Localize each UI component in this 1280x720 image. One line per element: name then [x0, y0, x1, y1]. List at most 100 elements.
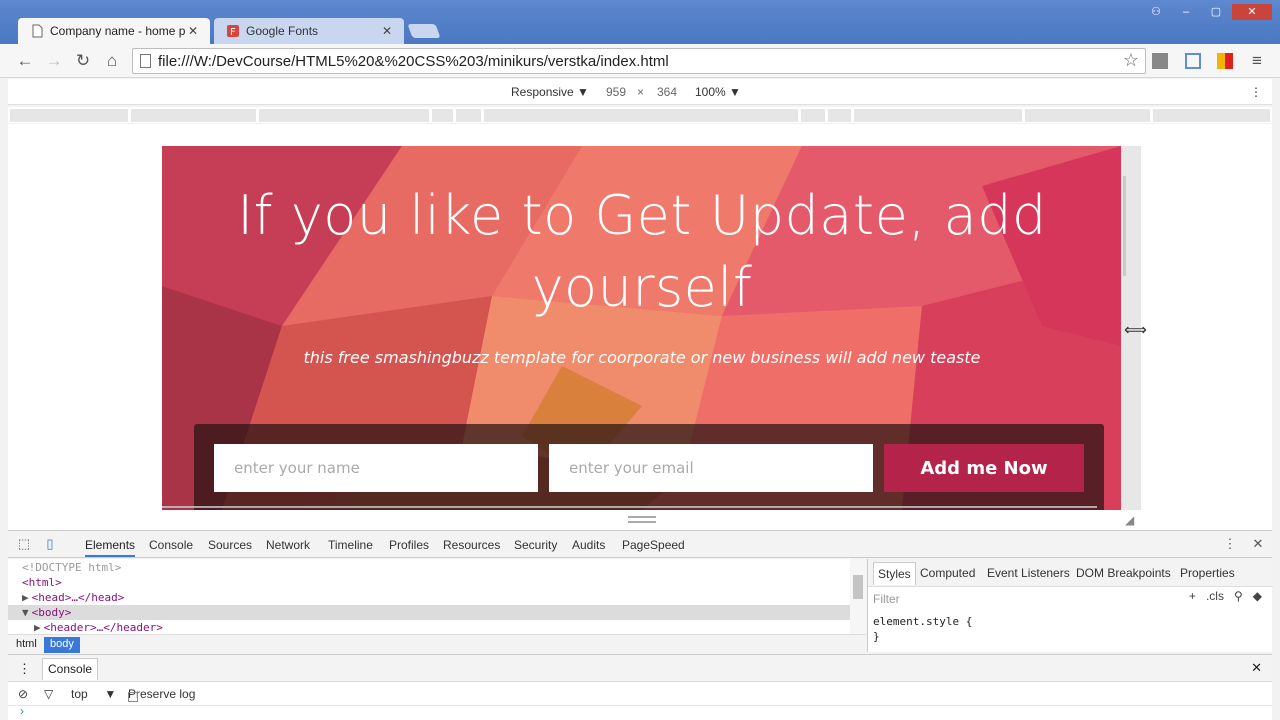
- elements-scrollbar[interactable]: [850, 559, 866, 634]
- corner-resize-icon[interactable]: ◢: [1125, 513, 1134, 527]
- close-drawer-icon[interactable]: ✕: [1251, 660, 1262, 676]
- dom-node-doctype[interactable]: <!DOCTYPE html>: [22, 560, 121, 575]
- element-style-selector: element.style {: [873, 615, 973, 628]
- device-toolbar: Responsive ▼ 959 × 364 100% ▼ ⋮: [8, 79, 1272, 105]
- devtools-tabbar: ⬚ ▯ Elements Console Sources Network Tim…: [8, 530, 1272, 558]
- tab-timeline[interactable]: Timeline: [328, 538, 373, 552]
- tab-console[interactable]: Console: [149, 538, 193, 552]
- tab-dom-breakpoints[interactable]: DOM Breakpoints: [1076, 566, 1171, 580]
- address-bar[interactable]: file:///W:/DevCourse/HTML5%20&%20CSS%203…: [132, 48, 1146, 74]
- tab-company-name[interactable]: Company name - home p ✕: [18, 18, 210, 44]
- page-icon: [32, 24, 43, 38]
- styles-toolbar: + .cls ⚲ ◆: [1189, 589, 1262, 603]
- pin-icon[interactable]: ⚲: [1234, 589, 1243, 603]
- device-mode-select[interactable]: Responsive ▼: [511, 85, 589, 99]
- dom-node-header[interactable]: ▶ <header>…</header>: [34, 620, 163, 634]
- preserve-log-checkbox[interactable]: Preserve log: [128, 687, 196, 702]
- maximize-button[interactable]: ▢: [1202, 4, 1230, 20]
- expand-triangle-icon[interactable]: ▶: [34, 621, 41, 634]
- user-icon[interactable]: ⚇: [1142, 4, 1170, 20]
- drawer-menu-icon[interactable]: ⋮: [18, 661, 31, 677]
- close-icon[interactable]: ✕: [186, 24, 200, 38]
- more-options-icon[interactable]: ⋮: [1250, 85, 1262, 99]
- tab-event-listeners[interactable]: Event Listeners: [987, 566, 1070, 580]
- window-close-button[interactable]: ✕: [1232, 4, 1272, 20]
- device-mode-icon[interactable]: ▯: [42, 536, 58, 552]
- page-horizontal-scrollbar[interactable]: [162, 506, 1097, 508]
- tab-properties[interactable]: Properties: [1180, 566, 1235, 580]
- collapse-triangle-icon[interactable]: ▼: [22, 606, 29, 619]
- dom-node-text: <!DOCTYPE html>: [22, 561, 122, 574]
- zoom-label: 100%: [695, 85, 726, 99]
- inspect-element-icon[interactable]: ⬚: [16, 536, 32, 552]
- signup-form: Add me Now: [194, 424, 1104, 510]
- browser-toolbar: ← → ↻ ⌂ file:///W:/DevCourse/HTML5%20&%2…: [0, 44, 1280, 78]
- dimension-separator: ×: [637, 85, 645, 99]
- dom-node-text: <header>…</header>: [43, 621, 163, 634]
- new-style-rule-icon[interactable]: +: [1189, 589, 1196, 603]
- checkbox-box[interactable]: [128, 692, 138, 702]
- styles-pane: Styles Computed Event Listeners DOM Brea…: [867, 559, 1273, 652]
- tab-styles[interactable]: Styles: [873, 562, 916, 585]
- filter-icon[interactable]: ▽: [44, 687, 53, 701]
- menu-icon[interactable]: ≡: [1246, 50, 1268, 72]
- clear-console-icon[interactable]: ⊘: [18, 687, 28, 701]
- dom-node-text: <head>…</head>: [31, 591, 125, 604]
- extension-icon[interactable]: [1152, 53, 1168, 69]
- media-query-bar[interactable]: [8, 107, 1272, 123]
- viewport-bottom-resize-handle[interactable]: [628, 516, 656, 523]
- element-style-rule[interactable]: element.style { }: [873, 614, 972, 644]
- tab-resources[interactable]: Resources: [443, 538, 500, 552]
- page-icon: [140, 54, 151, 68]
- height-input[interactable]: 364: [657, 85, 677, 99]
- tab-sources[interactable]: Sources: [208, 538, 252, 552]
- tab-profiles[interactable]: Profiles: [389, 538, 429, 552]
- tab-title: Company name - home p: [50, 24, 186, 38]
- tab-audits[interactable]: Audits: [572, 538, 605, 552]
- dom-node-html[interactable]: <html>: [22, 575, 62, 590]
- color-format-icon[interactable]: ◆: [1253, 589, 1262, 603]
- tab-pagespeed[interactable]: PageSpeed: [622, 538, 685, 552]
- breadcrumb-body[interactable]: body: [44, 637, 80, 653]
- drawer-tab-console[interactable]: Console: [42, 658, 99, 680]
- window-controls: ⚇ – ▢ ✕: [1140, 4, 1272, 20]
- device-mode-label: Responsive: [511, 85, 574, 99]
- dom-node-body[interactable]: ▼ <body>: [8, 605, 850, 620]
- close-devtools-icon[interactable]: ✕: [1250, 536, 1266, 552]
- resize-cursor-icon: ⟺: [1124, 322, 1147, 339]
- cls-toggle[interactable]: .cls: [1206, 589, 1224, 603]
- styles-filter-input[interactable]: Filter: [873, 592, 900, 606]
- tab-google-fonts[interactable]: F Google Fonts ✕: [214, 18, 404, 44]
- context-select[interactable]: top ▼: [71, 687, 116, 701]
- dom-node-head[interactable]: ▶ <head>…</head>: [22, 590, 124, 605]
- add-me-now-button[interactable]: Add me Now: [884, 444, 1084, 492]
- breadcrumb: html body: [8, 634, 866, 653]
- customize-devtools-icon[interactable]: ⋮: [1222, 536, 1238, 552]
- width-input[interactable]: 959: [606, 85, 626, 99]
- forward-icon[interactable]: →: [43, 50, 65, 72]
- name-input[interactable]: [214, 444, 538, 492]
- tab-network[interactable]: Network: [266, 538, 310, 552]
- extension-flag-icon[interactable]: [1217, 53, 1233, 69]
- reload-icon[interactable]: ↻: [72, 50, 94, 72]
- email-input[interactable]: [549, 444, 873, 492]
- tab-security[interactable]: Security: [514, 538, 557, 552]
- hero-subtitle: this free smashingbuzz template for coor…: [303, 348, 981, 367]
- minimize-button[interactable]: –: [1172, 4, 1200, 20]
- home-icon[interactable]: ⌂: [101, 50, 123, 72]
- zoom-select[interactable]: 100% ▼: [695, 85, 741, 99]
- extension-folder-icon[interactable]: [1185, 53, 1201, 69]
- console-prompt[interactable]: ›: [8, 704, 1272, 720]
- preserve-log-label: Preserve log: [128, 687, 196, 701]
- expand-triangle-icon[interactable]: ▶: [22, 591, 29, 604]
- url-text: file:///W:/DevCourse/HTML5%20&%20CSS%203…: [158, 53, 669, 70]
- rendered-page: If you like to Get Update, add yourself …: [162, 146, 1121, 510]
- back-icon[interactable]: ←: [14, 50, 36, 72]
- tab-computed[interactable]: Computed: [920, 566, 975, 580]
- new-tab-button[interactable]: [407, 24, 441, 38]
- bookmark-star-icon[interactable]: ☆: [1123, 50, 1139, 71]
- close-icon[interactable]: ✕: [380, 24, 394, 38]
- dom-node-text: <body>: [31, 606, 72, 619]
- tab-elements[interactable]: Elements: [85, 538, 136, 557]
- breadcrumb-html[interactable]: html: [10, 637, 43, 653]
